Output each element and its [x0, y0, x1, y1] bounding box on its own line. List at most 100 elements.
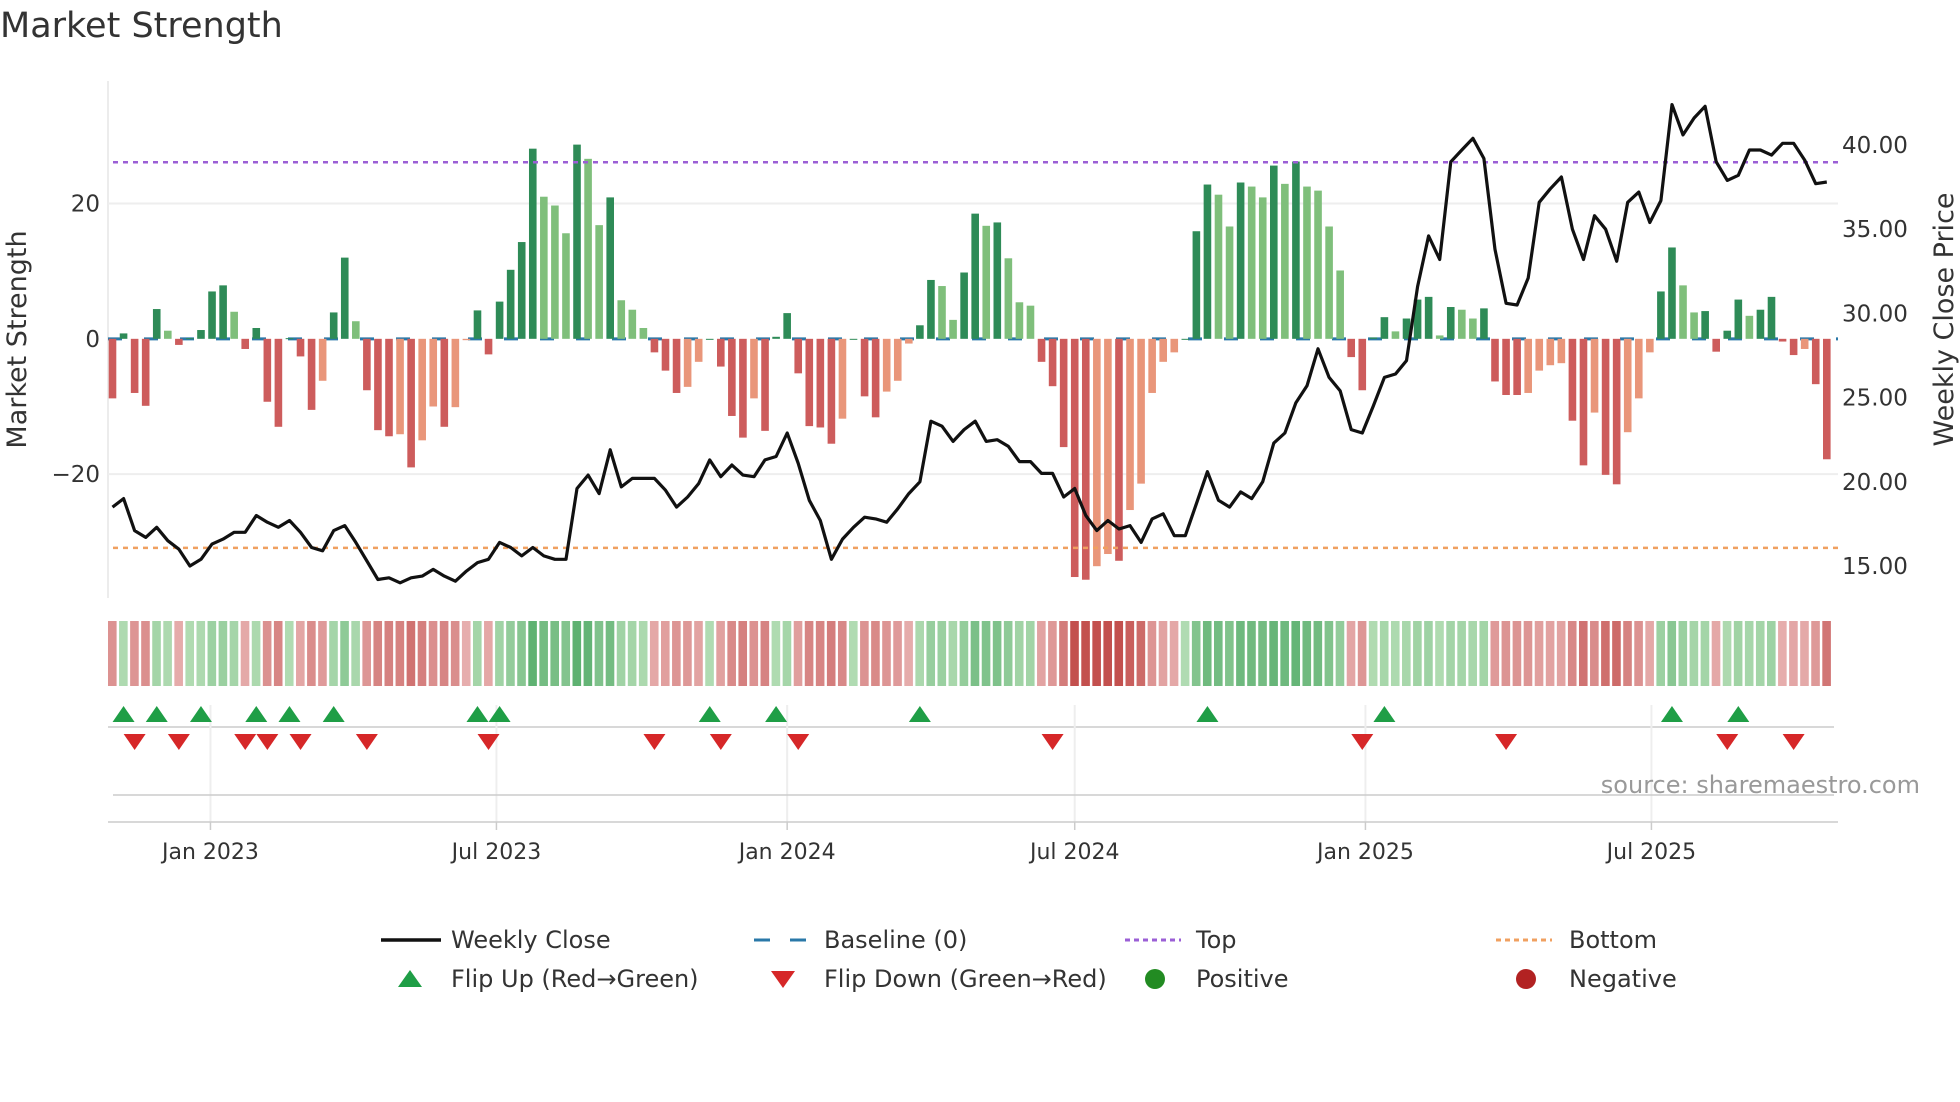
strength-bar: [197, 330, 205, 339]
heat-strip-cell: [594, 621, 604, 686]
strength-bar: [1236, 182, 1245, 339]
strength-bar: [717, 338, 725, 367]
strength-bar: [1480, 308, 1488, 339]
heat-strip-cell: [373, 621, 383, 686]
strength-bar: [1800, 338, 1809, 349]
legend-label: Flip Up (Red→Green): [451, 965, 699, 993]
strength-bar: [1712, 338, 1720, 352]
flip-down-marker: [355, 734, 378, 750]
strength-bar: [871, 338, 880, 418]
strength-bar: [1247, 186, 1256, 339]
heat-strip-cell: [705, 621, 714, 686]
strength-bar: [1369, 337, 1378, 339]
strength-bar: [175, 338, 183, 345]
flip-up-marker: [322, 706, 345, 722]
circle-icon: [1145, 969, 1165, 989]
heat-strip-cell: [262, 621, 272, 686]
heat-strip-cell: [240, 621, 250, 686]
strength-bar: [1015, 302, 1024, 339]
strength-bar: [108, 338, 117, 399]
heat-strip-cell: [1125, 621, 1135, 686]
strength-bar: [1535, 338, 1544, 371]
heat-strip-cell: [1789, 621, 1798, 686]
strength-bar: [739, 338, 747, 438]
strength-bar: [683, 338, 692, 387]
left-tick-label: 20: [71, 191, 100, 217]
heat-strip-cell: [1822, 621, 1831, 686]
heat-strip-cell: [727, 621, 736, 686]
heat-strip-cell: [1479, 621, 1489, 686]
heat-strip-cell: [395, 621, 405, 686]
heat-strip-cell: [1468, 621, 1477, 686]
strength-bar: [429, 338, 438, 407]
strength-bar: [1491, 338, 1499, 382]
legend-label: Bottom: [1569, 926, 1657, 954]
flip-up-marker: [1196, 706, 1219, 722]
heat-strip-cell: [1523, 621, 1533, 686]
x-tick-label: Jul 2024: [1028, 840, 1120, 865]
right-tick-label: 25.00: [1842, 386, 1908, 412]
flip-up-marker: [1660, 706, 1683, 722]
heat-strip-cell: [1689, 621, 1699, 686]
strength-bar: [1767, 296, 1776, 339]
x-tick-label: Jul 2025: [1605, 840, 1697, 865]
legend-item-negative: Negative: [1516, 965, 1677, 993]
strength-bar: [396, 338, 404, 435]
heat-strip-cell: [1755, 621, 1765, 686]
strength-bar: [1270, 165, 1278, 339]
strength-bar: [1203, 184, 1212, 339]
heat-strip-cell: [1169, 621, 1179, 686]
heat-strip-cell: [926, 621, 936, 686]
heat-strip-cell: [472, 621, 482, 686]
legend-label: Flip Down (Green→Red): [824, 965, 1107, 993]
heat-strip-cell: [1744, 621, 1754, 686]
strength-bar: [1070, 338, 1079, 578]
flip-up-marker: [908, 706, 931, 722]
strength-bar: [119, 333, 128, 339]
heat-strip-cell: [251, 621, 261, 686]
strength-bar: [816, 338, 825, 428]
left-tick-label: −20: [51, 462, 100, 488]
flip-down-marker: [123, 734, 146, 750]
heat-strip-cell: [1103, 621, 1112, 686]
flip-down-marker: [1782, 734, 1805, 750]
strength-bar: [949, 319, 957, 339]
legend-item-positive: Positive: [1145, 965, 1289, 993]
strength-bar: [1590, 338, 1599, 413]
heat-strip-cell: [1402, 621, 1411, 686]
strength-bar: [750, 338, 758, 399]
heat-strip-cell: [1202, 621, 1212, 686]
flip-up-marker: [698, 706, 721, 722]
heat-strip-cell: [1722, 621, 1732, 686]
heat-strip-cell: [1390, 621, 1400, 686]
strength-bar: [208, 291, 216, 339]
strength-bar: [1336, 270, 1344, 339]
strength-bar: [827, 338, 836, 444]
strength-bar: [628, 309, 637, 339]
heat-strip-cell: [1379, 621, 1389, 686]
flip-up-marker: [765, 706, 788, 722]
heat-strip-cell: [495, 621, 504, 686]
strength-bar: [927, 279, 935, 339]
legend-label: Weekly Close: [451, 926, 611, 954]
heat-strip-cell: [1700, 621, 1710, 686]
heat-strip-cell: [141, 621, 150, 686]
heat-strip-cell: [638, 621, 648, 686]
triangle-down-icon: [771, 971, 795, 988]
flip-up-marker: [189, 706, 212, 722]
x-tick-label: Jul 2023: [450, 840, 542, 865]
heat-strip-cell: [716, 621, 725, 686]
strength-bar: [506, 269, 515, 339]
heat-strip-cell: [661, 621, 670, 686]
heat-strip-cell: [1346, 621, 1356, 686]
flip-up-marker: [278, 706, 301, 722]
heat-strip-cell: [318, 621, 327, 686]
market-strength-chart: 20 0 −20 40.00 35.00 30.00 25.00 20.00 15.00 Mark…: [2, 81, 1960, 993]
strength-bar: [982, 225, 991, 339]
strength-bar: [783, 313, 791, 339]
heat-strip-cell: [948, 621, 958, 686]
heat-strip-cell: [1490, 621, 1500, 686]
heat-strip-cell: [1711, 621, 1721, 686]
heat-strip-cell: [1678, 621, 1688, 686]
x-tick-label: Jan 2024: [737, 840, 836, 865]
